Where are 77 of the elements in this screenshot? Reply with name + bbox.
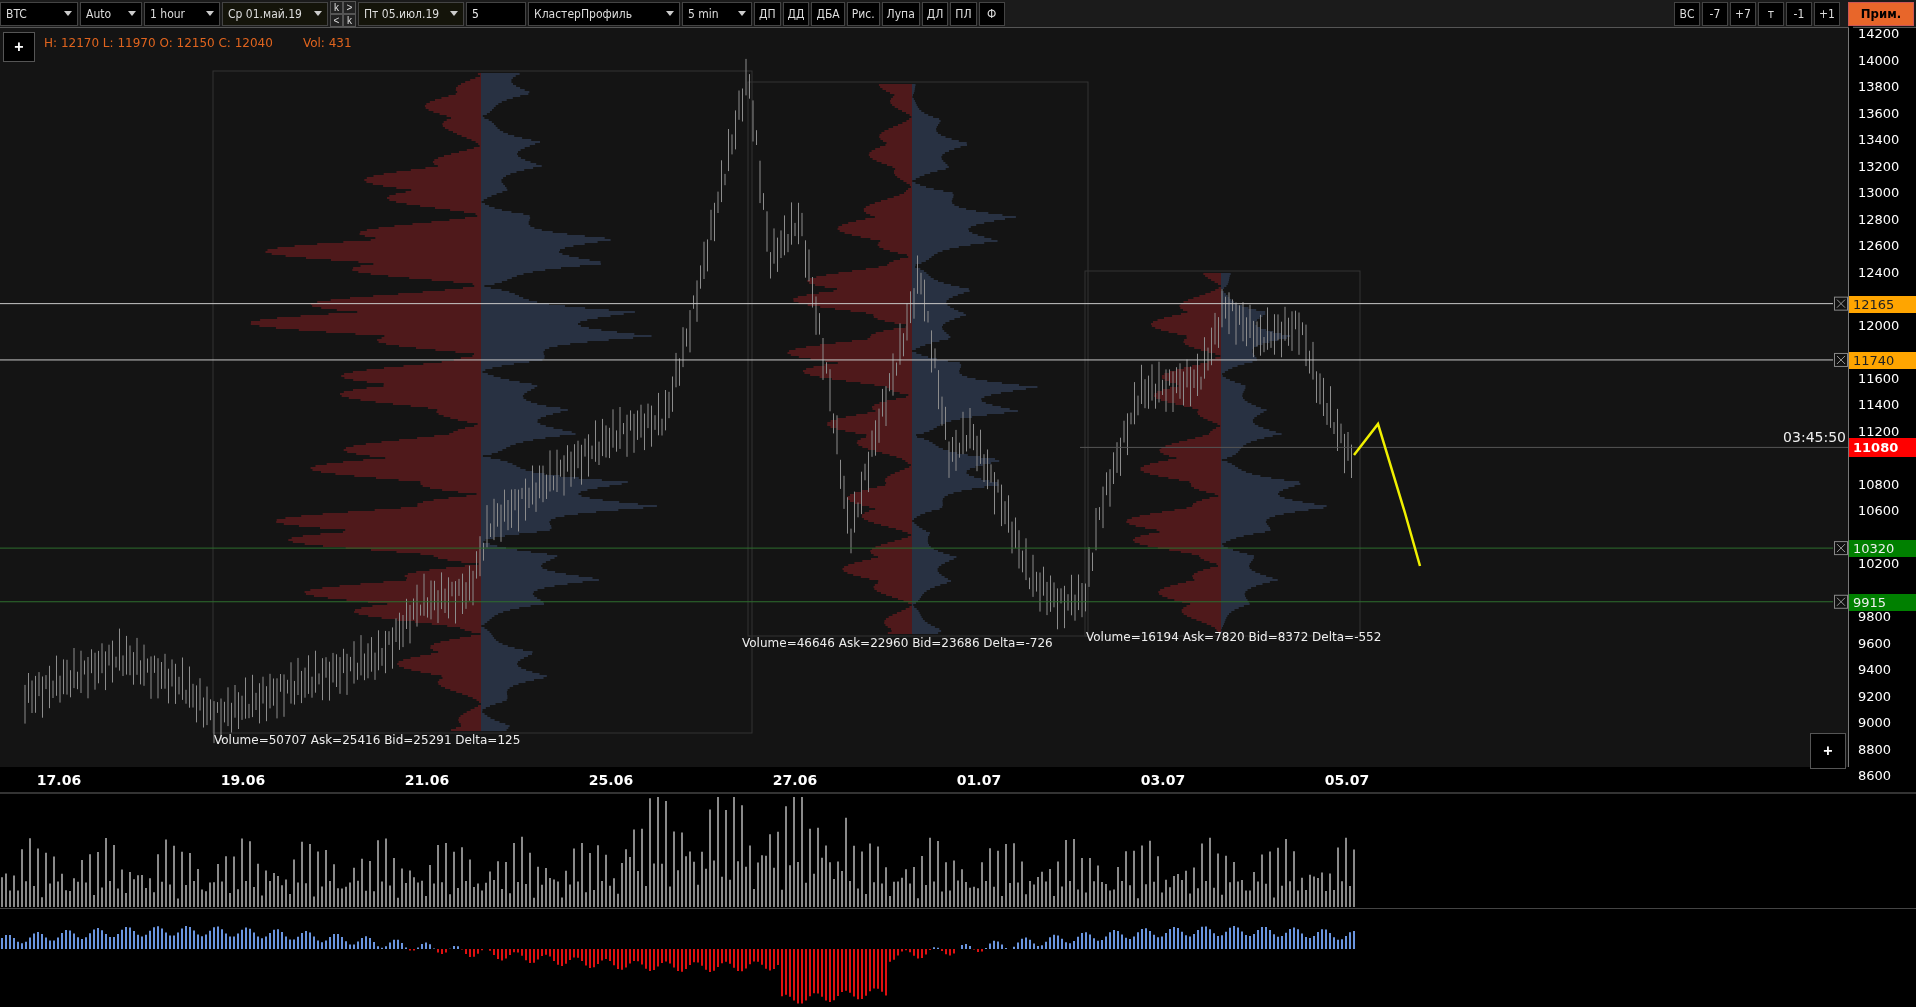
price-label: 13400 bbox=[1849, 132, 1900, 148]
drawn-line[interactable] bbox=[1353, 421, 1422, 567]
price-label: 14000 bbox=[1849, 52, 1900, 69]
date-label: 21.06 bbox=[403, 771, 451, 788]
profile-summary: Volume=16194 Ask=7820 Bid=8372 Delta=-552 bbox=[1086, 630, 1382, 644]
caret-icon bbox=[128, 11, 136, 16]
toolbar-button[interactable]: -1 bbox=[1786, 1, 1812, 26]
close-icon[interactable] bbox=[1834, 541, 1848, 556]
date-label: 03.07 bbox=[1139, 771, 1187, 788]
close-icon[interactable] bbox=[1834, 594, 1848, 609]
current-time: 03:45:50 bbox=[1783, 429, 1846, 446]
price-label: 10600 bbox=[1849, 503, 1900, 519]
price-label: 8800 bbox=[1849, 741, 1892, 758]
dropdown[interactable]: BTC bbox=[0, 1, 78, 26]
price-level-tag: 9915 bbox=[1849, 593, 1916, 611]
nav-button[interactable]: > bbox=[343, 0, 356, 14]
close-icon[interactable] bbox=[1834, 352, 1848, 367]
notes-button[interactable]: Прим. bbox=[1848, 1, 1914, 26]
add-button[interactable]: + bbox=[1810, 733, 1846, 769]
toolbar-button[interactable]: Рис. bbox=[846, 1, 880, 26]
date-label: 01.07 bbox=[955, 771, 1003, 788]
date-label: 19.06 bbox=[219, 771, 267, 788]
date-label: 25.06 bbox=[587, 771, 635, 788]
toolbar-button[interactable]: ДД bbox=[782, 1, 810, 26]
toolbar-button[interactable]: ДБА bbox=[811, 1, 845, 26]
current-price-tag: 11080 bbox=[1849, 438, 1916, 458]
price-label: 12800 bbox=[1849, 211, 1900, 228]
price-label: 13600 bbox=[1849, 105, 1900, 122]
toolbar-button[interactable]: ПЛ bbox=[950, 1, 977, 26]
price-label: 9600 bbox=[1849, 635, 1892, 652]
number-field[interactable]: 5 bbox=[466, 1, 526, 26]
caret-icon bbox=[450, 11, 458, 16]
add-button[interactable]: + bbox=[3, 32, 35, 62]
toolbar-button[interactable]: ДЛ bbox=[921, 1, 949, 26]
price-label: 13000 bbox=[1849, 185, 1900, 201]
price-label: 11400 bbox=[1849, 397, 1900, 413]
date-picker[interactable]: Ср 01.май.19 bbox=[222, 1, 328, 26]
date-label: 05.07 bbox=[1323, 771, 1371, 788]
toolbar-button[interactable]: Ф bbox=[978, 1, 1005, 26]
toolbar-button[interactable]: -7 bbox=[1702, 1, 1728, 26]
toolbar-button[interactable]: Лупа bbox=[881, 1, 920, 26]
caret-icon bbox=[64, 11, 72, 16]
caret-icon bbox=[738, 11, 746, 16]
price-label: 12600 bbox=[1849, 238, 1900, 254]
price-level-tag: 12165 bbox=[1849, 295, 1916, 313]
toolbar-button[interactable]: т bbox=[1758, 1, 1784, 26]
toolbar-button[interactable]: ДП bbox=[754, 1, 781, 26]
price-label: 9000 bbox=[1849, 715, 1892, 731]
price-label: 12000 bbox=[1849, 317, 1900, 334]
close-icon[interactable] bbox=[1834, 296, 1848, 311]
price-label: 14200 bbox=[1849, 26, 1900, 42]
toolbar-button[interactable]: +1 bbox=[1814, 1, 1840, 26]
dropdown[interactable]: 1 hour bbox=[144, 1, 220, 26]
nav-button[interactable]: k bbox=[330, 0, 343, 14]
dropdown[interactable]: КластерПрофиль bbox=[528, 1, 680, 26]
date-label: 17.06 bbox=[35, 771, 83, 788]
caret-icon bbox=[666, 11, 674, 16]
ohlc-info: H: 12170 L: 11970 O: 12150 C: 12040 bbox=[44, 36, 273, 50]
caret-icon bbox=[206, 11, 214, 16]
dropdown[interactable]: 5 min bbox=[682, 1, 752, 26]
price-level-tag: 11740 bbox=[1849, 351, 1916, 369]
toolbar-button[interactable]: ВС bbox=[1674, 1, 1700, 26]
caret-icon bbox=[314, 11, 322, 16]
price-level-tag: 10320 bbox=[1849, 540, 1916, 558]
date-picker[interactable]: Пт 05.июл.19 bbox=[358, 1, 464, 26]
profile-summary: Volume=46646 Ask=22960 Bid=23686 Delta=-726 bbox=[742, 636, 1053, 650]
dropdown[interactable]: Auto bbox=[80, 1, 142, 26]
toolbar-button[interactable]: +7 bbox=[1730, 1, 1756, 26]
price-label: 12400 bbox=[1849, 264, 1900, 281]
price-label: 13800 bbox=[1849, 79, 1900, 95]
price-label: 9200 bbox=[1849, 688, 1892, 705]
date-label: 27.06 bbox=[771, 771, 819, 788]
price-label: 13200 bbox=[1849, 158, 1900, 175]
volume-info: Vol: 431 bbox=[302, 36, 352, 50]
price-label: 9400 bbox=[1849, 662, 1892, 678]
profile-summary: Volume=50707 Ask=25416 Bid=25291 Delta=125 bbox=[214, 733, 521, 747]
price-label: 10800 bbox=[1849, 476, 1900, 493]
